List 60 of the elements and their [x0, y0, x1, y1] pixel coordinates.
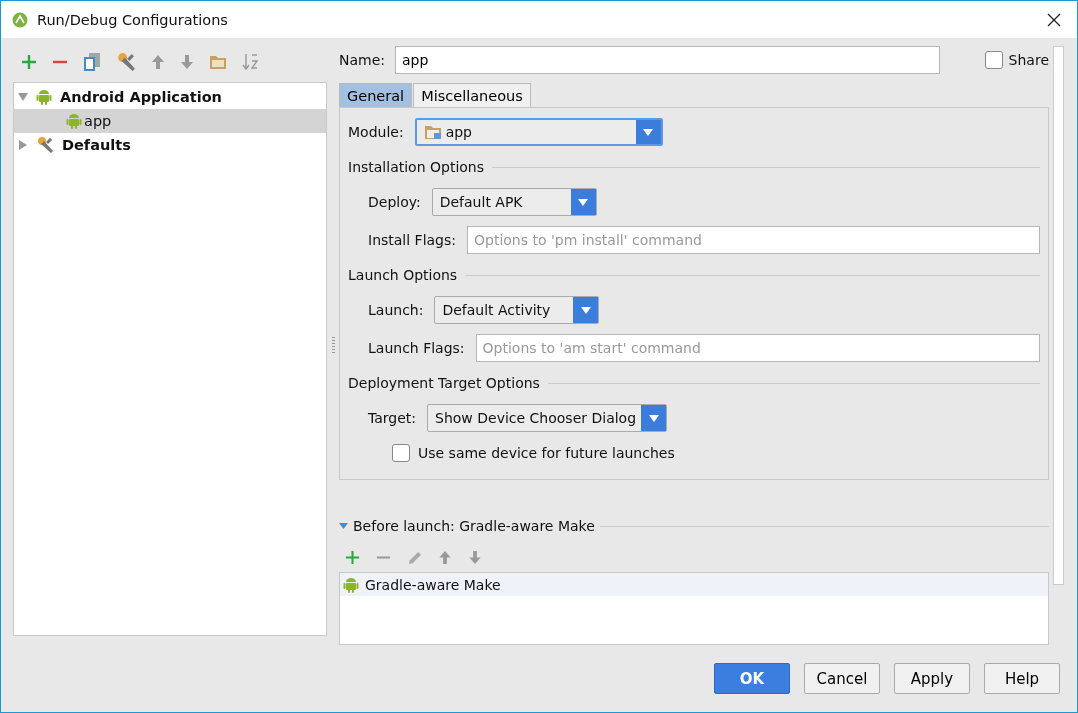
wrench-icon[interactable] [116, 52, 136, 72]
input-field[interactable]: Options to 'pm install' command [467, 226, 1040, 254]
dialog-button[interactable]: OK [714, 663, 790, 694]
dropdown-arrow-icon [578, 198, 589, 206]
name-field[interactable]: app [395, 46, 940, 74]
section-title: Launch Options [348, 267, 458, 283]
arrow-up-icon[interactable] [438, 549, 452, 565]
expanded-arrow-icon[interactable] [18, 92, 28, 102]
android-icon [36, 88, 52, 106]
folder-icon [423, 124, 442, 140]
field-label: Target: [368, 410, 417, 426]
input-field[interactable]: Options to 'am start' command [475, 334, 1040, 362]
splitter-grip[interactable] [331, 336, 335, 355]
tab[interactable]: Miscellaneous [413, 83, 531, 107]
folder-icon[interactable] [209, 54, 227, 70]
field-label: Launch Flags: [368, 340, 465, 356]
android-icon [343, 575, 359, 594]
app-logo-icon [12, 11, 28, 28]
scrollbar[interactable] [1053, 46, 1064, 585]
tree-item[interactable]: Defaults [14, 133, 326, 157]
module-dropdown[interactable]: app [414, 118, 663, 146]
section-title: Before launch: Gradle-aware Make [353, 518, 595, 534]
section-title: Deployment Target Options [348, 375, 540, 391]
dialog-button[interactable]: Apply [894, 663, 970, 694]
tab[interactable]: General [339, 83, 413, 107]
tree-item[interactable]: Android Application [14, 85, 326, 109]
share-checkbox[interactable] [984, 51, 1003, 69]
dropdown[interactable]: Show Device Chooser Dialog [427, 404, 668, 432]
pencil-icon[interactable] [407, 549, 422, 565]
dropdown-arrow-icon [648, 414, 659, 422]
tree-item[interactable]: app [14, 109, 326, 133]
section-title: Installation Options [348, 159, 484, 175]
dropdown-arrow-icon [643, 128, 654, 136]
arrow-down-icon[interactable] [468, 549, 482, 565]
dropdown[interactable]: Default Activity [434, 296, 600, 324]
dropdown[interactable]: Default APK [431, 188, 597, 216]
wrench-icon [36, 136, 54, 154]
sort-icon[interactable] [242, 52, 260, 72]
checkbox-label: Use same device for future launches [418, 445, 675, 461]
dialog-button[interactable]: Cancel [804, 663, 880, 694]
checkbox[interactable] [392, 444, 410, 462]
expanded-arrow-icon[interactable] [339, 522, 348, 530]
field-label: Deploy: [368, 194, 421, 210]
close-icon [1047, 12, 1061, 27]
share-label: Share [1008, 52, 1049, 68]
add-icon[interactable] [345, 549, 360, 565]
arrow-down-icon[interactable] [180, 54, 194, 70]
android-icon [66, 112, 82, 130]
copy-icon[interactable] [83, 52, 101, 72]
task-item[interactable]: Gradle-aware Make [340, 573, 1048, 596]
dialog-button[interactable]: Help [984, 663, 1060, 694]
collapsed-arrow-icon[interactable] [18, 140, 28, 150]
dropdown-arrow-icon [580, 306, 591, 314]
field-label: Install Flags: [368, 232, 456, 248]
window-title: Run/Debug Configurations [37, 11, 229, 28]
add-icon[interactable] [21, 54, 37, 70]
name-label: Name: [339, 52, 386, 68]
module-label: Module: [348, 124, 404, 140]
arrow-up-icon[interactable] [151, 54, 165, 70]
field-label: Launch: [368, 302, 424, 318]
